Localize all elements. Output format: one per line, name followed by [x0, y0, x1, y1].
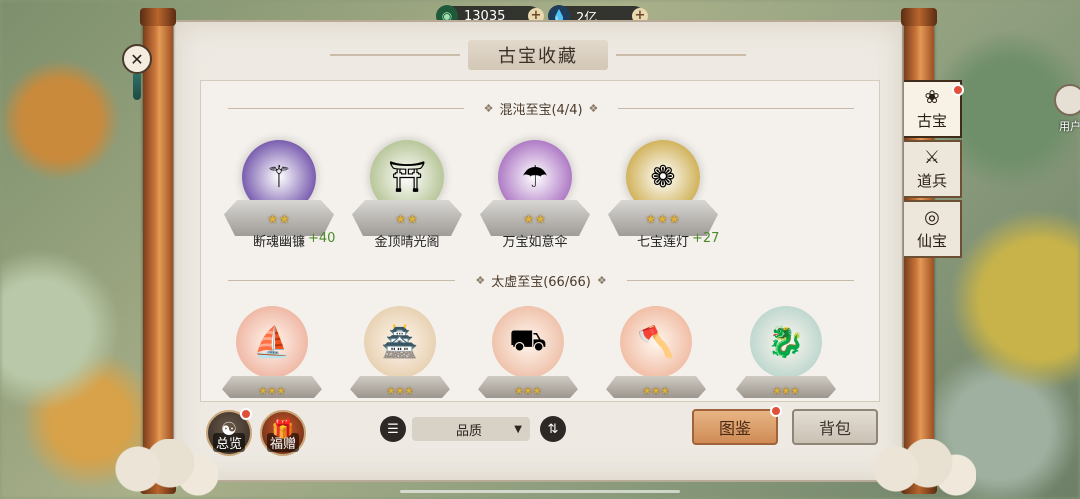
- notification-dot: [952, 84, 964, 96]
- user-center-button[interactable]: 用户: [1050, 84, 1080, 134]
- serpent-icon[interactable]: 🐉: [750, 306, 822, 378]
- ornament-icon: ❖: [596, 273, 607, 287]
- lotus-lamp-icon: ❁: [650, 159, 676, 195]
- overview-button[interactable]: ☯ 总览: [206, 408, 252, 456]
- pavilion-icon: ⛩: [387, 159, 427, 195]
- tab-label: 仙宝: [916, 232, 947, 250]
- sort-order-icon[interactable]: ⇅: [540, 416, 566, 442]
- weapon-icon: ⚔: [923, 147, 941, 168]
- chevron-down-icon: ▼: [514, 423, 522, 435]
- section-header-chaos: ❖ 混沌至宝(4/4) ❖: [214, 98, 868, 118]
- treasure-name: 金顶晴光阁: [374, 235, 440, 250]
- tab-ancient-treasure[interactable]: ❀ 古宝: [904, 80, 964, 138]
- umbrella-icon: ☂: [521, 159, 549, 195]
- close-emblem-icon[interactable]: ✕: [122, 44, 152, 74]
- treasure-bonus: +40: [308, 231, 336, 246]
- star-rating: ★★★: [645, 212, 681, 226]
- ornament-icon: ❖: [475, 273, 486, 287]
- dragon-boat-icon[interactable]: ⛵: [236, 306, 308, 378]
- scroll-roller-left: [140, 8, 176, 494]
- section-title-void: 太虚至宝(66/66): [491, 274, 591, 290]
- star-rating: ★★★: [642, 386, 670, 397]
- title-divider-left: [330, 54, 460, 56]
- cloud-decoration-right: [866, 439, 976, 499]
- tab-label: 古宝: [916, 112, 947, 130]
- overview-icon: ☯: [220, 419, 238, 440]
- gift-bag-icon: 🎁: [271, 419, 295, 440]
- page-title: 古宝收藏: [468, 40, 608, 70]
- star-rating: ★★: [395, 212, 419, 226]
- immortal-icon: ◎: [924, 207, 940, 228]
- scythe-icon: ⚚: [265, 159, 293, 195]
- avatar: [1054, 84, 1080, 116]
- treasure-bonus: +27: [692, 231, 720, 246]
- filter-list-icon[interactable]: ☰: [380, 416, 406, 442]
- tree-house-icon[interactable]: 🏯: [364, 306, 436, 378]
- notification-dot: [240, 408, 252, 420]
- section-title-chaos: 混沌至宝(4/4): [499, 102, 583, 118]
- star-rating: ★★★: [514, 386, 542, 397]
- star-rating: ★★★: [386, 386, 414, 397]
- bag-label: 背包: [818, 419, 851, 438]
- tab-weapon[interactable]: ⚔ 道兵: [904, 140, 962, 198]
- section-header-void: ❖ 太虚至宝(66/66) ❖: [214, 270, 868, 290]
- tab-immortal[interactable]: ◎ 仙宝: [904, 200, 962, 258]
- home-indicator: [400, 490, 680, 493]
- sort-label: 品质: [456, 423, 483, 439]
- cloud-decoration-left: [108, 439, 218, 499]
- ornament-icon: ❖: [588, 101, 599, 115]
- codex-label: 图鉴: [718, 419, 751, 438]
- tab-label: 道兵: [916, 172, 947, 190]
- title-divider-right: [616, 54, 746, 56]
- star-rating: ★★: [267, 212, 291, 226]
- bag-button[interactable]: 背包: [792, 409, 878, 445]
- sort-dropdown[interactable]: 品质 ▼: [412, 417, 530, 441]
- treasure-name: 万宝如意伞: [502, 235, 568, 250]
- axe-icon[interactable]: 🪓: [620, 306, 692, 378]
- codex-button[interactable]: 图鉴: [692, 405, 782, 445]
- tassel-decoration: [133, 74, 141, 100]
- gift-button[interactable]: 🎁 福赠: [260, 410, 306, 456]
- ornament-icon: ❖: [483, 101, 494, 115]
- user-label: 用户: [1059, 120, 1080, 133]
- treasure-icon: ❀: [924, 87, 940, 108]
- star-rating: ★★: [523, 212, 547, 226]
- cart-icon[interactable]: ⛟: [492, 306, 564, 378]
- star-rating: ★★★: [772, 386, 800, 397]
- notification-dot: [770, 405, 782, 417]
- star-rating: ★★★: [258, 386, 286, 397]
